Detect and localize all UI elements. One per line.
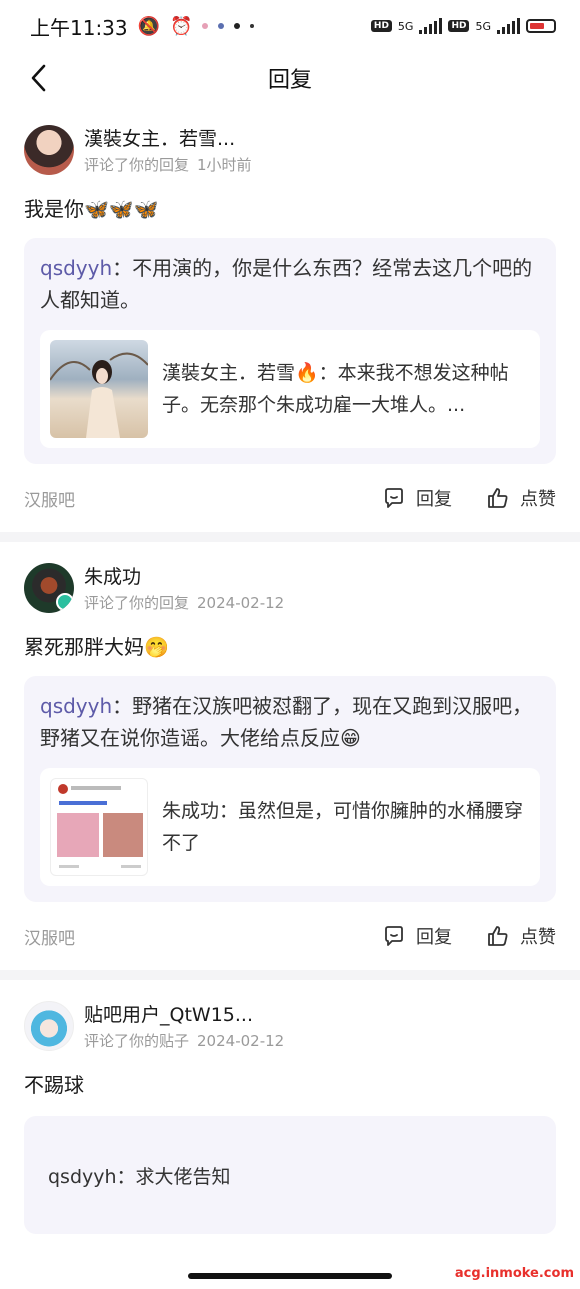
battery-icon <box>526 19 556 33</box>
original-post-text: 朱成功：虽然但是，可惜你臃肿的水桶腰穿不了 <box>162 800 524 854</box>
hd-badge: HD <box>448 20 470 32</box>
signal-icon <box>419 18 443 34</box>
network-type: 5G <box>397 19 414 33</box>
user-name[interactable]: 漢裝女主．若雪... <box>84 126 252 152</box>
mute-icon: 🔕 <box>137 15 161 37</box>
back-arrow-icon[interactable] <box>22 62 54 94</box>
action-text: 评论了你的回复 <box>84 593 190 612</box>
alarm-icon: ⏰ <box>170 15 193 37</box>
quoted-reply[interactable]: qsdyyh：不用演的，你是什么东西？经常去这几个吧的人都知道。 漢裝女主．若雪… <box>24 238 556 464</box>
post-thumbnail <box>50 340 148 438</box>
quote-text: qsdyyh：求大佬告知 <box>48 1165 231 1188</box>
post-thumbnail <box>50 778 148 876</box>
original-post[interactable]: 漢裝女主．若雪🔥：本来我不想发这种帖子。无奈那个朱成功雇一大堆人。... <box>40 330 540 448</box>
comment-meta: 评论了你的回复 1小时前 <box>84 154 252 175</box>
thumbs-up-icon <box>488 926 508 946</box>
quote-user[interactable]: qsdyyh <box>40 256 112 280</box>
action-text: 评论了你的回复 <box>84 155 190 174</box>
avatar[interactable] <box>24 563 74 613</box>
notification-card: 贴吧用户_QtW15... 评论了你的贴子 2024-02-12 不踢球 qsdy… <box>0 980 580 1234</box>
watermark: acg.inmoke.com <box>454 1266 574 1281</box>
forum-name[interactable]: 汉服吧 <box>24 924 75 949</box>
timestamp: 1小时前 <box>197 155 252 174</box>
reply-button[interactable]: 回复 <box>382 923 452 949</box>
page-title: 回复 <box>267 68 312 93</box>
quoted-post[interactable]: qsdyyh：求大佬告知 <box>24 1116 556 1234</box>
comment-text[interactable]: 不踢球 <box>24 1070 556 1100</box>
reply-label: 回复 <box>416 489 452 510</box>
avatar[interactable] <box>24 125 74 175</box>
original-post[interactable]: 朱成功：虽然但是，可惜你臃肿的水桶腰穿不了 <box>40 768 540 886</box>
status-bar: 上午11:33 🔕 ⏰ HD 5G HD 5G <box>0 0 580 52</box>
verified-badge-icon <box>56 593 74 611</box>
tiktok-icon <box>234 23 241 29</box>
like-label: 点赞 <box>520 927 556 948</box>
action-text: 评论了你的贴子 <box>84 1031 190 1050</box>
signal-icon <box>497 18 520 34</box>
like-label: 点赞 <box>520 489 556 510</box>
user-name[interactable]: 朱成功 <box>84 564 284 590</box>
reply-icon <box>385 926 403 946</box>
nav-bar: 回复 <box>0 52 580 104</box>
notification-icon <box>202 23 209 29</box>
timestamp: 2024-02-12 <box>197 1031 285 1050</box>
home-indicator[interactable] <box>188 1273 392 1279</box>
notification-card: 漢裝女主．若雪... 评论了你的回复 1小时前 我是你🦋🦋🦋 qsdyyh：不用演… <box>0 104 580 532</box>
like-button[interactable]: 点赞 <box>486 485 556 511</box>
avatar[interactable] <box>24 1001 74 1051</box>
comment-meta: 评论了你的回复 2024-02-12 <box>84 592 284 613</box>
forum-name[interactable]: 汉服吧 <box>24 486 75 511</box>
comment-text[interactable]: 累死那胖大妈🤭 <box>24 632 556 662</box>
quote-text: ：不用演的，你是什么东西？经常去这几个吧的人都知道。 <box>40 256 533 312</box>
quote-user[interactable]: qsdyyh <box>40 694 112 718</box>
network-type: 5G <box>475 19 491 33</box>
reply-label: 回复 <box>416 927 452 948</box>
comment-text[interactable]: 我是你🦋🦋🦋 <box>24 194 556 224</box>
quoted-reply[interactable]: qsdyyh：野猪在汉族吧被怼翻了，现在又跑到汉服吧，野猪又在说你造谣。大佬给点… <box>24 676 556 902</box>
user-name[interactable]: 贴吧用户_QtW15... <box>84 1002 284 1028</box>
like-button[interactable]: 点赞 <box>486 923 556 949</box>
timestamp: 2024-02-12 <box>197 593 285 612</box>
status-time: 上午11:33 <box>30 15 128 40</box>
reply-button[interactable]: 回复 <box>382 485 452 511</box>
original-post-text: 漢裝女主．若雪🔥：本来我不想发这种帖子。无奈那个朱成功雇一大堆人。... <box>162 362 509 416</box>
reply-icon <box>385 488 403 508</box>
quote-text: ：野猪在汉族吧被怼翻了，现在又跑到汉服吧，野猪又在说你造谣。大佬给点反应😁 <box>40 694 533 750</box>
more-notifications-icon <box>250 24 255 28</box>
divider <box>0 970 580 980</box>
comment-meta: 评论了你的贴子 2024-02-12 <box>84 1030 284 1051</box>
notification-icon <box>218 23 225 29</box>
notification-card: 朱成功 评论了你的回复 2024-02-12 累死那胖大妈🤭 qsdyyh：野猪在… <box>0 542 580 970</box>
thumbs-up-icon <box>488 488 508 508</box>
divider <box>0 532 580 542</box>
hd-badge: HD <box>370 20 392 32</box>
